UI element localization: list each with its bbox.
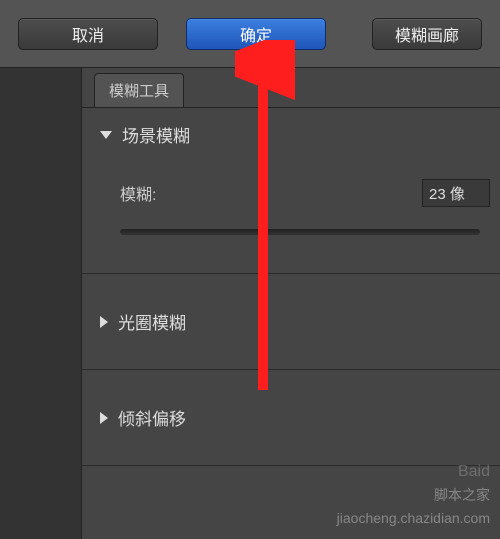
- field-blur-body: 模糊: 23 像: [82, 161, 500, 273]
- field-blur-title: 场景模糊: [122, 122, 190, 147]
- blur-amount-row: 模糊: 23 像: [120, 179, 490, 207]
- top-toolbar: 取消 确定 模糊画廊: [0, 0, 500, 68]
- blur-amount-slider[interactable]: [120, 229, 480, 235]
- field-blur-header[interactable]: 场景模糊: [82, 108, 500, 161]
- canvas-area[interactable]: [0, 68, 82, 539]
- cancel-button[interactable]: 取消: [18, 18, 158, 50]
- workspace: 模糊工具 场景模糊 模糊: 23 像 光圈模糊: [0, 68, 500, 539]
- tilt-shift-title: 倾斜偏移: [118, 405, 186, 430]
- iris-blur-header[interactable]: 光圈模糊: [82, 274, 500, 369]
- tilt-shift-header[interactable]: 倾斜偏移: [82, 370, 500, 465]
- section-field-blur: 场景模糊 模糊: 23 像: [82, 108, 500, 274]
- chevron-right-icon: [100, 412, 108, 424]
- confirm-button[interactable]: 确定: [186, 18, 326, 50]
- chevron-down-icon: [100, 131, 112, 139]
- blur-tools-panel: 模糊工具 场景模糊 模糊: 23 像 光圈模糊: [82, 68, 500, 539]
- tab-blur-tools[interactable]: 模糊工具: [94, 73, 184, 107]
- blur-gallery-button[interactable]: 模糊画廊: [372, 18, 482, 50]
- section-tilt-shift: 倾斜偏移: [82, 370, 500, 466]
- section-iris-blur: 光圈模糊: [82, 274, 500, 370]
- blur-amount-value[interactable]: 23 像: [422, 179, 490, 207]
- panel-tabs: 模糊工具: [82, 68, 500, 108]
- blur-amount-label: 模糊:: [120, 181, 412, 205]
- iris-blur-title: 光圈模糊: [118, 309, 186, 334]
- chevron-right-icon: [100, 316, 108, 328]
